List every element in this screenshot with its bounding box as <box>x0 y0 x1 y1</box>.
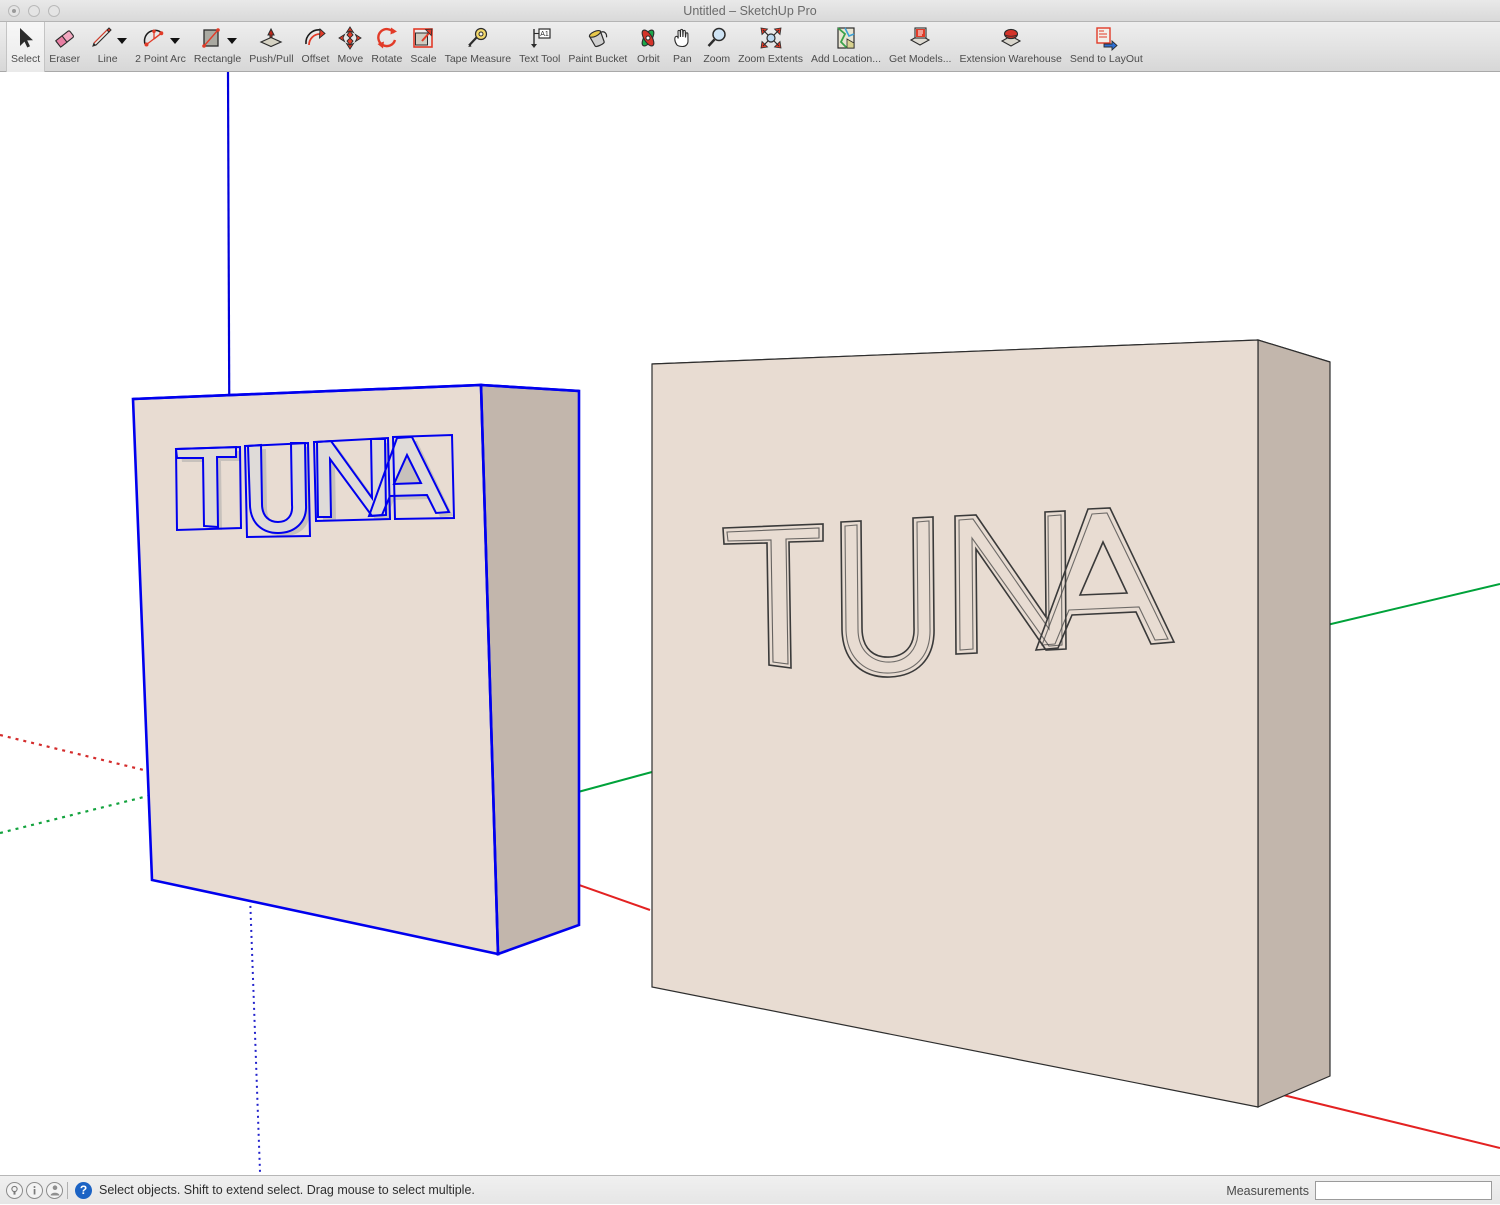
tool-move[interactable]: Move <box>333 22 367 72</box>
zoom-extents-icon <box>758 24 784 52</box>
extension-warehouse-icon <box>998 24 1024 52</box>
axis-green-negative <box>0 793 153 835</box>
title-bar: Untitled – SketchUp Pro <box>0 0 1500 22</box>
tool-label: Push/Pull <box>249 53 294 65</box>
tool-label: Zoom <box>703 53 731 65</box>
tool-label: Add Location... <box>810 53 882 65</box>
axis-red-negative <box>0 733 153 774</box>
tool-text-tool[interactable]: A1 Text Tool <box>515 22 564 72</box>
tool-label: Move <box>337 53 364 65</box>
tool-send-to-layout[interactable]: Send to LayOut <box>1066 22 1147 72</box>
tool-label: Line <box>97 53 118 65</box>
rectangle-icon <box>198 24 238 52</box>
tool-label: Extension Warehouse <box>959 53 1062 65</box>
account-person-icon[interactable] <box>46 1181 63 1199</box>
tool-label: Text Tool <box>519 53 561 65</box>
tool-label: Eraser <box>49 53 81 65</box>
rotate-icon <box>374 24 400 52</box>
tool-line[interactable]: Line <box>84 22 131 72</box>
chevron-down-icon[interactable] <box>227 38 238 44</box>
text-tool-icon: A1 <box>527 24 553 52</box>
push-pull-icon <box>258 24 284 52</box>
pencil-line-icon <box>88 24 128 52</box>
tool-label: Orbit <box>636 53 660 65</box>
tool-label: Offset <box>301 53 330 65</box>
tool-scale[interactable]: Scale <box>406 22 440 72</box>
tool-rectangle[interactable]: Rectangle <box>190 22 245 72</box>
status-bar: ? Select objects. Shift to extend select… <box>0 1175 1500 1204</box>
tool-label: Rectangle <box>193 53 242 65</box>
tool-pan[interactable]: Pan <box>665 22 699 72</box>
tool-label: Rotate <box>371 53 403 65</box>
sign-board-side-face <box>1257 339 1331 1108</box>
arrow-cursor-icon <box>13 24 39 52</box>
tool-eraser[interactable]: Eraser <box>45 22 84 72</box>
info-icon[interactable] <box>26 1181 43 1199</box>
measurements-label: Measurements <box>1226 1183 1309 1198</box>
tool-label: 2 Point Arc <box>135 53 186 65</box>
tool-paint-bucket[interactable]: Paint Bucket <box>564 22 631 72</box>
tool-push-pull[interactable]: Push/Pull <box>245 22 297 72</box>
model-scene <box>0 72 1500 1173</box>
send-to-layout-icon <box>1093 24 1119 52</box>
two-point-arc-icon <box>141 24 181 52</box>
status-message: Select objects. Shift to extend select. … <box>99 1183 475 1197</box>
sign-board[interactable] <box>651 339 1331 1108</box>
tool-label: Send to LayOut <box>1069 53 1143 65</box>
status-icon-group[interactable] <box>6 1181 63 1199</box>
orbit-icon <box>635 24 661 52</box>
move-arrows-icon <box>337 24 363 52</box>
tool-label: Tape Measure <box>444 53 512 65</box>
sign-board-front-face <box>651 339 1259 1108</box>
tool-select[interactable]: Select <box>6 22 46 72</box>
tips-bulb-icon[interactable] <box>6 1181 23 1199</box>
tool-zoom[interactable]: Zoom <box>699 22 734 72</box>
tool-label: Paint Bucket <box>568 53 628 65</box>
tool-label: Zoom Extents <box>738 53 803 65</box>
tool-get-models[interactable]: Get Models... <box>885 22 955 72</box>
measurements-input[interactable] <box>1315 1181 1492 1200</box>
get-models-icon <box>907 24 933 52</box>
status-divider <box>67 1181 68 1199</box>
scale-icon <box>410 24 436 52</box>
selected-sign-board[interactable] <box>131 383 581 956</box>
tool-offset[interactable]: Offset <box>298 22 334 72</box>
chevron-down-icon[interactable] <box>117 38 128 44</box>
tool-2-point-arc[interactable]: 2 Point Arc <box>131 22 190 72</box>
chevron-down-icon[interactable] <box>170 38 181 44</box>
magnifier-zoom-icon <box>704 24 730 52</box>
tool-label: Select <box>11 53 41 65</box>
add-location-map-icon <box>833 24 859 52</box>
hand-pan-icon <box>669 24 695 52</box>
tool-label: Get Models... <box>889 53 952 65</box>
measurements-box[interactable]: Measurements <box>1226 1176 1492 1205</box>
tool-label: Pan <box>672 53 692 65</box>
tool-rotate[interactable]: Rotate <box>367 22 406 72</box>
model-viewport[interactable] <box>0 72 1500 1175</box>
svg-text:A1: A1 <box>540 31 549 38</box>
paint-bucket-icon <box>585 24 611 52</box>
window-title: Untitled – SketchUp Pro <box>683 4 817 18</box>
tool-label: Scale <box>410 53 437 65</box>
main-toolbar: Select Eraser Line 2 Point Arc Rectangle Push… <box>0 22 1500 72</box>
tool-tape-measure[interactable]: Tape Measure <box>441 22 516 72</box>
tool-orbit[interactable]: Orbit <box>631 22 665 72</box>
eraser-icon <box>52 24 78 52</box>
axis-green-positive-seg1 <box>577 771 653 793</box>
axis-green-positive-seg2 <box>1309 583 1500 630</box>
help-icon[interactable]: ? <box>75 1181 92 1199</box>
tool-add-location[interactable]: Add Location... <box>807 22 885 72</box>
offset-icon <box>302 24 328 52</box>
tool-extension-warehouse[interactable]: Extension Warehouse <box>955 22 1065 72</box>
tape-measure-icon <box>465 24 491 52</box>
tool-zoom-extents[interactable]: Zoom Extents <box>734 22 807 72</box>
